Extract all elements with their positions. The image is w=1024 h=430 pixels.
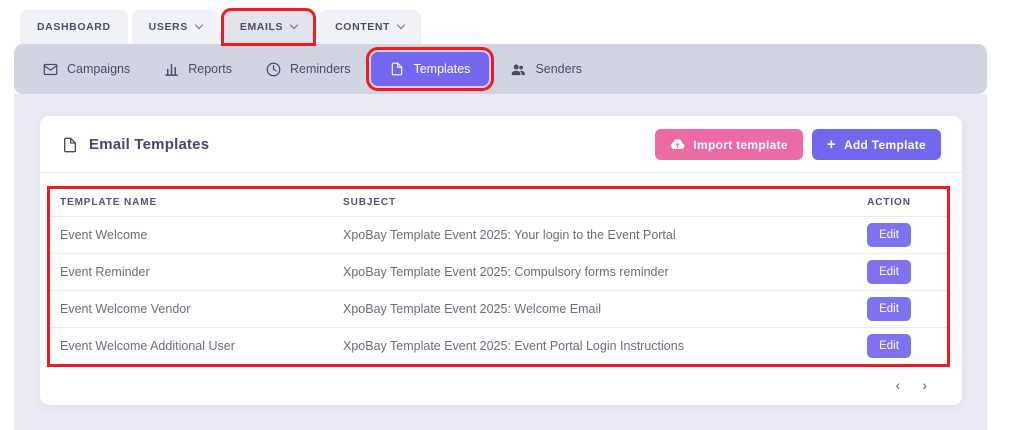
subnav-item-templates[interactable]: Templates [371, 52, 489, 86]
subnav-item-reminders[interactable]: Reminders [253, 54, 363, 85]
card-header: Email Templates Import template + Add Te… [40, 116, 962, 173]
subnav-label: Campaigns [67, 62, 130, 76]
subject-cell: XpoBay Template Event 2025: Compulsory f… [343, 265, 841, 279]
column-header-action: ACTION [841, 197, 937, 208]
template-name-cell: Event Welcome [60, 228, 343, 242]
button-label: Import template [693, 138, 788, 152]
subnav-item-reports[interactable]: Reports [151, 54, 245, 85]
subnav-label: Reminders [290, 62, 350, 76]
subnav-label: Templates [413, 62, 470, 76]
tab-label: DASHBOARD [37, 21, 111, 33]
chevron-down-icon [195, 21, 203, 29]
pagination: ‹ › [40, 367, 962, 394]
subject-cell: XpoBay Template Event 2025: Your login t… [343, 228, 841, 242]
tab-label: CONTENT [335, 21, 390, 33]
subnav-label: Reports [188, 62, 232, 76]
edit-button[interactable]: Edit [867, 334, 911, 358]
card-title: Email Templates [62, 136, 209, 153]
tab-label: EMAILS [240, 21, 283, 33]
tab-users[interactable]: USERS [132, 10, 219, 44]
page-title: Email Templates [89, 136, 209, 153]
file-icon [62, 137, 78, 153]
chevron-down-icon [397, 21, 405, 29]
header-actions: Import template + Add Template [655, 129, 941, 160]
envelope-icon [43, 62, 58, 77]
subnav-item-senders[interactable]: Senders [497, 54, 595, 85]
top-tab-bar: DASHBOARD USERS EMAILS CONTENT [14, 0, 987, 44]
plus-icon: + [827, 140, 836, 150]
cloud-upload-icon [670, 137, 685, 152]
clock-icon [266, 62, 281, 77]
subnav-item-campaigns[interactable]: Campaigns [30, 54, 143, 85]
table-row: Event Reminder XpoBay Template Event 202… [50, 253, 947, 290]
column-header-subject: SUBJECT [343, 197, 841, 208]
tab-emails[interactable]: EMAILS [223, 10, 314, 44]
subject-cell: XpoBay Template Event 2025: Welcome Emai… [343, 302, 841, 316]
add-template-button[interactable]: + Add Template [812, 129, 941, 160]
annotation-box-table: TEMPLATE NAME SUBJECT ACTION Event Welco… [47, 186, 950, 367]
import-template-button[interactable]: Import template [655, 129, 803, 160]
tab-dashboard[interactable]: DASHBOARD [20, 10, 128, 44]
email-subnav: Campaigns Reports Reminders Templates Se… [14, 44, 987, 94]
edit-button[interactable]: Edit [867, 260, 911, 284]
subnav-label: Senders [535, 62, 582, 76]
column-header-template-name: TEMPLATE NAME [60, 197, 343, 208]
email-templates-card: Email Templates Import template + Add Te… [40, 116, 962, 405]
pagination-prev-button[interactable]: ‹ [894, 376, 903, 394]
tab-content[interactable]: CONTENT [318, 10, 421, 44]
table-row: Event Welcome Vendor XpoBay Template Eve… [50, 290, 947, 327]
file-icon [390, 62, 404, 76]
template-name-cell: Event Welcome Vendor [60, 302, 343, 316]
main-content-area: Email Templates Import template + Add Te… [14, 94, 987, 430]
tab-label: USERS [149, 21, 188, 33]
button-label: Add Template [844, 138, 926, 152]
table-row: Event Welcome Additional User XpoBay Tem… [50, 327, 947, 364]
table-row: Event Welcome XpoBay Template Event 2025… [50, 216, 947, 253]
chevron-down-icon [290, 21, 298, 29]
subject-cell: XpoBay Template Event 2025: Event Portal… [343, 339, 841, 353]
edit-button[interactable]: Edit [867, 297, 911, 321]
edit-button[interactable]: Edit [867, 223, 911, 247]
pagination-next-button[interactable]: › [920, 376, 929, 394]
users-icon [510, 62, 526, 77]
bar-chart-icon [164, 62, 179, 77]
app-container: DASHBOARD USERS EMAILS CONTENT Campaigns… [14, 0, 987, 430]
template-name-cell: Event Reminder [60, 265, 343, 279]
template-name-cell: Event Welcome Additional User [60, 339, 343, 353]
table-header-row: TEMPLATE NAME SUBJECT ACTION [50, 189, 947, 216]
